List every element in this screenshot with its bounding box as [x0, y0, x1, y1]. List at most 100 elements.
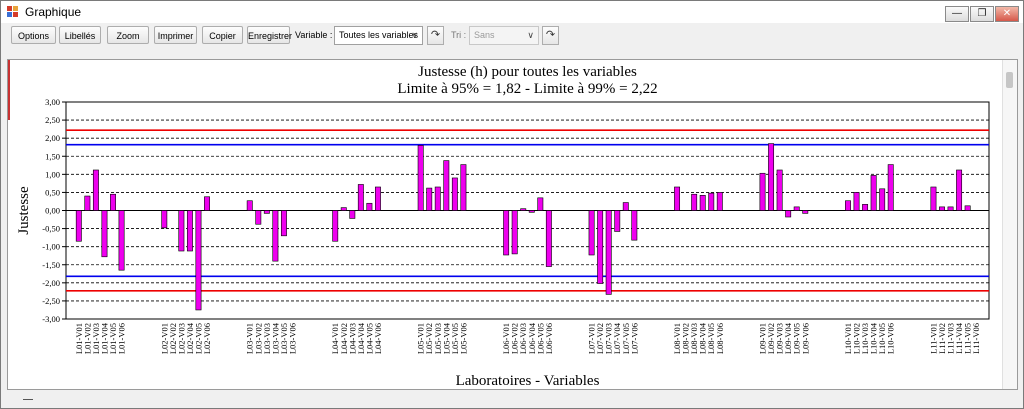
bar	[930, 186, 937, 211]
y-tick-label: -1,50	[42, 260, 60, 270]
bar-chart: Justesse (h) pour toutes les variablesLi…	[16, 64, 990, 389]
bar	[845, 200, 851, 211]
x-axis-label: Laboratoires - Variables	[456, 373, 600, 389]
bar	[417, 145, 424, 211]
y-tick-label: 3,00	[45, 97, 60, 107]
bar	[195, 210, 202, 311]
y-tick-label: -2,00	[42, 278, 60, 288]
bar	[802, 210, 809, 214]
x-tick-label: L05-V06	[458, 323, 468, 354]
bar	[246, 200, 253, 211]
bar	[939, 206, 945, 211]
bar	[622, 202, 629, 211]
bar	[785, 210, 792, 218]
bar	[956, 169, 963, 211]
bar	[597, 210, 604, 284]
refresh-sort-icon[interactable]: ↷	[542, 26, 559, 45]
y-tick-label: 0,50	[45, 187, 60, 197]
y-tick-label: -0,50	[42, 224, 60, 234]
bar	[776, 169, 783, 211]
bar	[964, 205, 971, 211]
bar	[366, 202, 373, 211]
restore-icon[interactable]: ❐	[970, 6, 994, 22]
bar	[947, 206, 954, 211]
x-tick-label: L02-V06	[202, 323, 212, 354]
sort-select[interactable]: Sans ∨	[469, 26, 539, 45]
bar	[674, 186, 681, 211]
chart-subtitle: Limite à 95% = 1,82 - Limite à 99% = 2,2…	[397, 81, 657, 97]
bar	[614, 210, 621, 232]
sort-label: Tri :	[451, 30, 467, 40]
y-axis-label: Justesse	[16, 186, 32, 235]
minimize-icon[interactable]: —	[945, 6, 969, 22]
graph-window: Graphique — ❐ ✕ Options Libellés Zoom Im…	[0, 0, 1024, 409]
x-tick-label: L08-V06	[715, 323, 725, 354]
bar	[272, 210, 279, 262]
bar	[537, 197, 544, 211]
bar	[520, 208, 527, 211]
x-tick-label: L03-V06	[287, 323, 297, 354]
bar	[349, 210, 356, 219]
bar	[332, 210, 339, 242]
y-tick-label: 0,00	[45, 206, 60, 216]
bar	[443, 160, 450, 211]
x-tick-label: L07-V06	[629, 323, 639, 354]
save-button[interactable]: Enregistrer	[247, 26, 292, 44]
bar	[879, 188, 886, 211]
bar	[862, 204, 869, 211]
bar	[84, 195, 91, 211]
x-tick-label: L01-V06	[117, 323, 127, 354]
y-tick-label: -2,50	[42, 296, 60, 306]
bar	[101, 210, 108, 258]
bar	[92, 169, 99, 211]
bar	[716, 192, 723, 211]
y-tick-label: -3,00	[42, 314, 60, 324]
print-button[interactable]: Imprimer	[154, 26, 197, 44]
chart-app-icon	[7, 6, 19, 18]
bar	[853, 192, 860, 211]
chart-area: Justesse (h) pour toutes les variables Li…	[7, 59, 1018, 390]
variable-select-value: Toutes les variables	[339, 30, 419, 40]
bar	[178, 210, 185, 252]
zoom-button[interactable]: Zoom	[107, 26, 149, 44]
bar	[451, 177, 458, 211]
title-bar: Graphique — ❐ ✕	[1, 1, 1023, 23]
bar	[768, 143, 775, 211]
bar	[759, 172, 766, 211]
bar	[280, 210, 287, 237]
bar	[605, 210, 612, 295]
x-tick-label: L09-V06	[800, 323, 810, 354]
bar	[118, 210, 125, 271]
bar	[426, 187, 433, 211]
chevron-down-icon: ∨	[527, 30, 534, 40]
y-tick-label: 1,00	[45, 169, 60, 179]
refresh-variable-icon[interactable]: ↷	[427, 26, 444, 45]
copy-button[interactable]: Copier	[202, 26, 243, 44]
bar	[255, 210, 262, 225]
x-tick-label: L06-V06	[544, 323, 554, 354]
bar	[793, 206, 800, 211]
scrollbar-thumb[interactable]	[1006, 72, 1013, 88]
labels-button[interactable]: Libellés	[59, 26, 101, 44]
chevron-down-icon: ∨	[411, 30, 418, 40]
variable-select[interactable]: Toutes les variables ∨	[334, 26, 423, 45]
sort-select-value: Sans	[474, 30, 495, 40]
variable-label: Variable :	[295, 30, 333, 40]
y-tick-label: 2,00	[45, 133, 60, 143]
status-grip	[23, 399, 33, 400]
vertical-scrollbar[interactable]	[1002, 60, 1017, 389]
options-button[interactable]: Options	[11, 26, 56, 44]
bar	[186, 210, 193, 252]
bar	[870, 175, 877, 211]
bar	[161, 210, 168, 229]
bar	[631, 210, 638, 241]
bar	[75, 210, 82, 242]
status-bar	[1, 392, 1023, 408]
close-icon[interactable]: ✕	[995, 6, 1019, 22]
bar	[511, 210, 518, 255]
bar	[887, 164, 894, 211]
bar	[204, 196, 210, 211]
bar	[503, 210, 510, 256]
chart-title: Justesse (h) pour toutes les variables	[418, 64, 637, 80]
y-tick-label: -1,00	[42, 242, 60, 252]
